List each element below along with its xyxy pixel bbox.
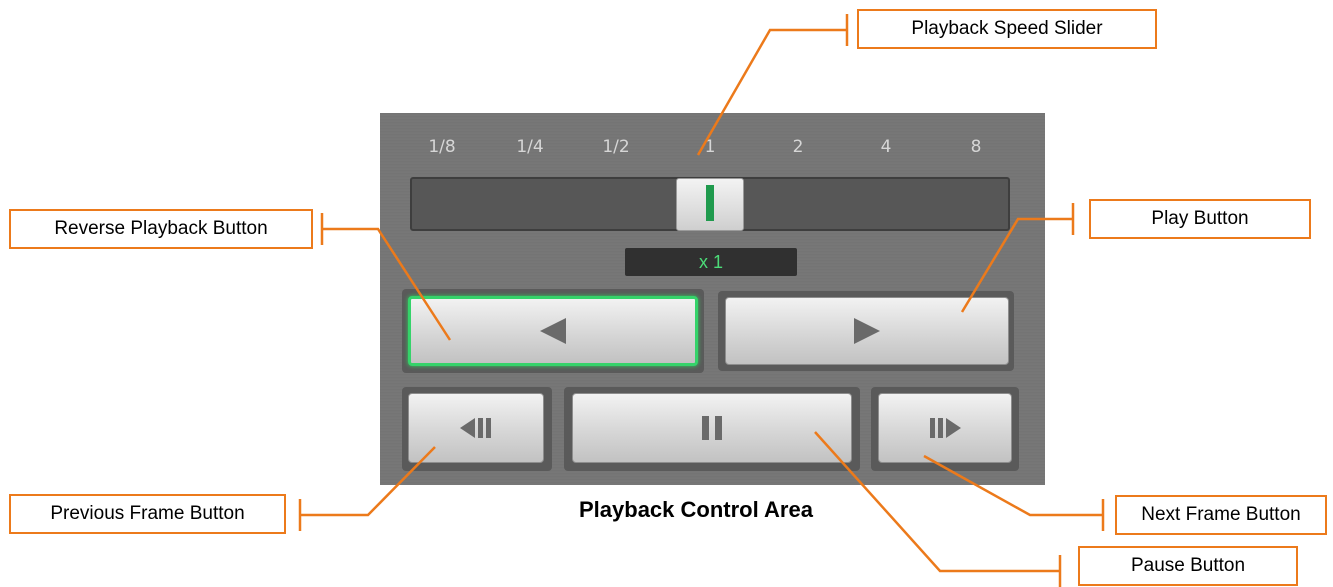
- callout-next-frame-button: Next Frame Button: [1115, 495, 1327, 535]
- figure-caption: Playback Control Area: [579, 497, 813, 522]
- callout-previous-frame-button: Previous Frame Button: [9, 494, 286, 534]
- callout-playback-speed-slider: Playback Speed Slider: [857, 9, 1157, 49]
- callout-reverse-playback-button: Reverse Playback Button: [9, 209, 313, 249]
- callout-pause-button: Pause Button: [1078, 546, 1298, 586]
- callout-play-button: Play Button: [1089, 199, 1311, 239]
